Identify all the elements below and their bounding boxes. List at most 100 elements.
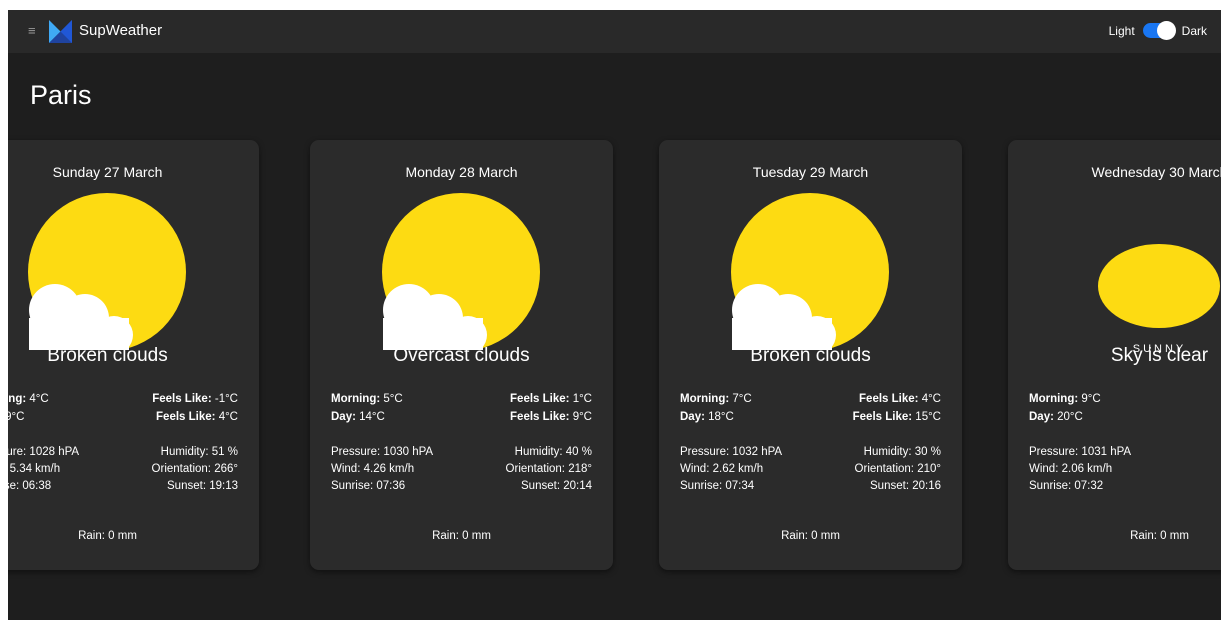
pressure-value: 1032 hPA — [732, 446, 783, 458]
orientation-value: 210° — [917, 463, 941, 475]
rain-row: Rain: 0 mm — [1008, 530, 1221, 542]
morning-label: Morning: — [680, 393, 730, 405]
pressure-label: Pressure: — [680, 446, 730, 458]
humidity-value: 40 % — [565, 446, 592, 458]
rain-label: Rain: — [432, 530, 459, 542]
day-temp: 9°C — [8, 411, 25, 423]
feels-like-label: Feels Like: — [510, 393, 570, 405]
sunrise-label: Sunrise: — [680, 480, 723, 492]
weather-description: Broken clouds — [47, 345, 168, 366]
sunrise-value: 07:34 — [725, 480, 755, 492]
rain-row: Rain: 0 mm — [659, 530, 962, 542]
orientation-value: 218° — [568, 463, 592, 475]
forecast-card: Sunday 27 March Broken clouds Morning: 4… — [8, 140, 259, 570]
day-feels-like: 4°C — [218, 411, 238, 423]
humidity-label: Humidity: — [160, 446, 209, 458]
morning-feels-like: 4°C — [921, 393, 941, 405]
weather-description: Sky is clear — [1110, 345, 1209, 366]
sun-cloud-icon — [731, 193, 889, 350]
sunrise-value: 07:32 — [1074, 480, 1104, 492]
wind-row: Wind: 2.06 km/h Orientation: — [1029, 463, 1221, 475]
wind-value: 5.34 km/h — [9, 463, 61, 475]
morning-feels-like: 1°C — [572, 393, 592, 405]
sun-cloud-icon — [28, 193, 186, 350]
switch-knob[interactable] — [1156, 21, 1176, 40]
sunrise-label: Sunrise: — [8, 480, 20, 492]
wind-row: Wind: 4.26 km/h Orientation: 218° — [331, 463, 592, 475]
forecast-card: Monday 28 March Overcast clouds Morning:… — [310, 140, 613, 570]
sun-row: Sunrise: 07:32 Sunset: — [1029, 480, 1221, 492]
wind-row: Wind: 5.34 km/h Orientation: 266° — [8, 463, 238, 475]
wind-label: Wind: — [331, 463, 361, 475]
pressure-label: Pressure: — [331, 446, 381, 458]
orientation-value: 266° — [214, 463, 238, 475]
app-window: ≡ SupWeather Light Dark Paris Sunday 27 … — [8, 10, 1221, 620]
morning-row: Morning: 9°C Feels Like: — [1029, 393, 1221, 405]
sun-row: Sunrise: 07:36 Sunset: 20:14 — [331, 480, 592, 492]
morning-feels-like: -1°C — [214, 393, 238, 405]
forecast-cards[interactable]: Sunday 27 March Broken clouds Morning: 4… — [8, 140, 1221, 570]
card-date: Sunday 27 March — [52, 164, 163, 180]
pressure-value: 1030 hPA — [383, 446, 434, 458]
rain-value: 0 mm — [811, 530, 840, 542]
humidity-label: Humidity: — [863, 446, 912, 458]
pressure-row: Pressure: 1032 hPA Humidity: 30 % — [680, 446, 941, 458]
morning-temp: 5°C — [383, 393, 403, 405]
card-date: Wednesday 30 March — [1091, 164, 1221, 180]
card-date: Tuesday 29 March — [752, 164, 869, 180]
rain-value: 0 mm — [108, 530, 137, 542]
morning-row: Morning: 5°C Feels Like: 1°C — [331, 393, 592, 405]
pressure-row: Pressure: 1028 hPA Humidity: 51 % — [8, 446, 238, 458]
wind-value: 2.06 km/h — [1061, 463, 1113, 475]
day-label: Day: — [680, 411, 705, 423]
sun-icon — [1098, 244, 1220, 328]
orientation-label: Orientation: — [854, 463, 914, 475]
orientation-label: Orientation: — [151, 463, 211, 475]
feels-like-label: Feels Like: — [510, 411, 570, 423]
sun-row: Sunrise: 07:34 Sunset: 20:16 — [680, 480, 941, 492]
rain-label: Rain: — [1130, 530, 1157, 542]
wind-value: 2.62 km/h — [712, 463, 764, 475]
sunset-value: 20:14 — [563, 480, 592, 492]
morning-temp: 7°C — [732, 393, 752, 405]
feels-like-label: Feels Like: — [152, 393, 212, 405]
day-row: Day: 14°C Feels Like: 9°C — [331, 411, 592, 423]
sunset-value: 20:16 — [912, 480, 941, 492]
morning-row: Morning: 4°C Feels Like: -1°C — [8, 393, 238, 405]
feels-like-label: Feels Like: — [852, 411, 913, 423]
city-title: Paris — [30, 80, 92, 110]
wind-label: Wind: — [680, 463, 710, 475]
sunset-value: 19:13 — [209, 480, 238, 492]
wind-value: 4.26 km/h — [363, 463, 415, 475]
day-temp: 20°C — [1057, 411, 1083, 423]
sunrise-value: 06:38 — [22, 480, 52, 492]
weather-description: Broken clouds — [750, 345, 871, 366]
pressure-value: 1028 hPA — [29, 446, 80, 458]
weather-description: Overcast clouds — [393, 345, 530, 366]
rain-value: 0 mm — [1160, 530, 1189, 542]
orientation-label: Orientation: — [505, 463, 565, 475]
morning-label: Morning: — [1029, 393, 1079, 405]
hamburger-menu-icon[interactable]: ≡ — [28, 24, 38, 38]
rain-row: Rain: 0 mm — [8, 530, 259, 542]
humidity-value: 51 % — [211, 446, 238, 458]
sunrise-label: Sunrise: — [1029, 480, 1072, 492]
wind-label: Wind: — [1029, 463, 1059, 475]
sunrise-value: 07:36 — [376, 480, 406, 492]
card-date: Monday 28 March — [405, 164, 518, 180]
sun-cloud-icon — [382, 193, 540, 350]
morning-label: Morning: — [331, 393, 381, 405]
rain-label: Rain: — [781, 530, 808, 542]
morning-temp: 9°C — [1081, 393, 1101, 405]
sunset-label: Sunset: — [521, 480, 561, 492]
day-label: Day: — [331, 411, 356, 423]
supweather-logo — [49, 20, 72, 43]
sunset-label: Sunset: — [870, 480, 910, 492]
dark-mode-switch[interactable] — [1142, 21, 1176, 40]
day-feels-like: 9°C — [572, 411, 592, 423]
pressure-label: Pressure: — [1029, 446, 1079, 458]
morning-row: Morning: 7°C Feels Like: 4°C — [680, 393, 941, 405]
pressure-value: 1031 hPA — [1081, 446, 1132, 458]
theme-toggle: Light Dark — [1109, 21, 1207, 40]
day-temp: 14°C — [359, 411, 385, 423]
